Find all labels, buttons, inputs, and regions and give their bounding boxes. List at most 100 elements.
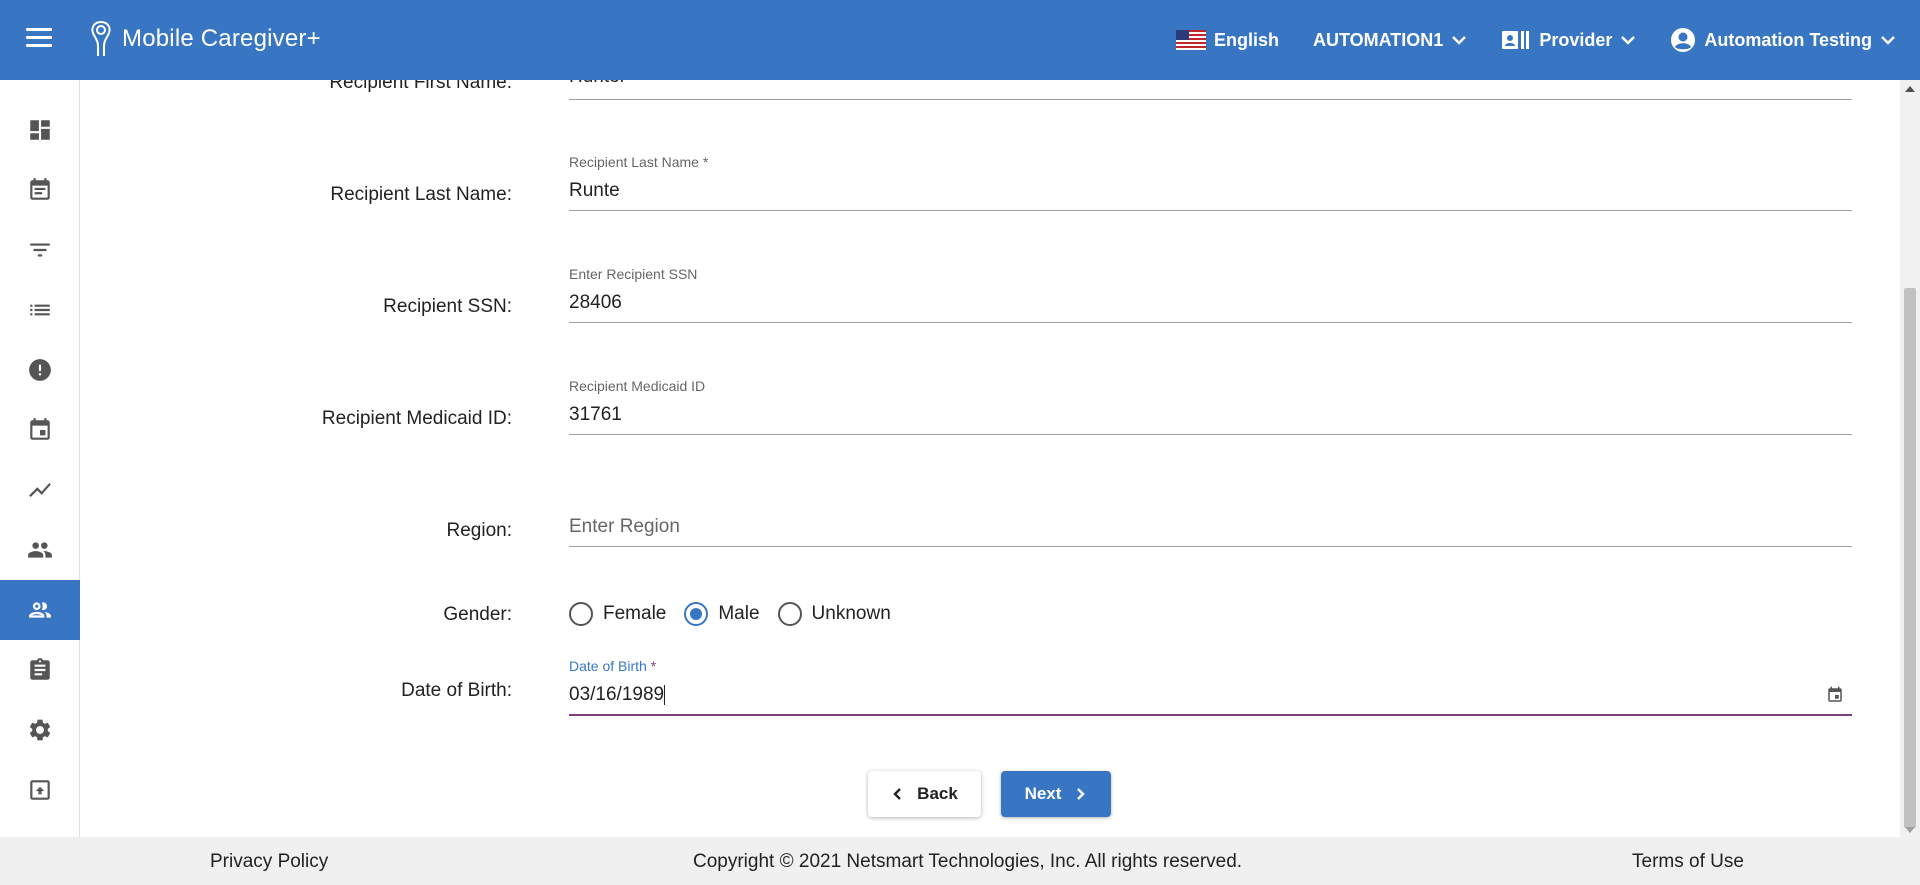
sidebar-item-alerts[interactable] [0, 340, 80, 400]
organization-dropdown[interactable]: AUTOMATION1 [1313, 30, 1467, 51]
role-dropdown[interactable]: Provider [1501, 29, 1636, 51]
gender-option-label: Male [718, 603, 760, 624]
first-name-field[interactable]: Hunter [569, 80, 1852, 100]
medicaid-float-label: Recipient Medicaid ID [569, 378, 706, 394]
sidebar-item-schedule[interactable] [0, 160, 80, 220]
next-button[interactable]: Next [1001, 771, 1111, 817]
sidebar-item-caregivers[interactable] [0, 520, 80, 580]
sidebar-item-upload[interactable] [0, 760, 80, 820]
sidebar-item-assessments[interactable] [0, 640, 80, 700]
back-button[interactable]: Back [868, 771, 981, 817]
scroll-up-arrow-icon[interactable] [1905, 86, 1915, 92]
chevron-down-icon [1621, 36, 1636, 45]
chevron-right-icon [1077, 788, 1086, 800]
sidebar-item-recipients[interactable] [0, 580, 80, 640]
vertical-scrollbar[interactable] [1900, 80, 1920, 837]
calendar-icon [30, 418, 50, 440]
menu-icon[interactable] [26, 28, 52, 50]
medicaid-value: 31761 [569, 404, 622, 425]
scroll-thumb[interactable] [1904, 288, 1916, 828]
organization-label: AUTOMATION1 [1312, 29, 1444, 50]
logo-icon [91, 21, 111, 56]
upload-icon [30, 780, 50, 800]
calendar-note-icon [30, 178, 50, 200]
sidebar-item-calendar[interactable] [0, 400, 80, 460]
dob-label: Date of Birth: [401, 680, 512, 701]
chevron-left-icon [893, 788, 902, 800]
role-label: Provider [1539, 29, 1613, 50]
gear-icon [29, 719, 51, 741]
ssn-field[interactable]: Enter Recipient SSN 28406 [569, 266, 1852, 324]
last-name-label: Recipient Last Name: [330, 184, 512, 205]
gender-option-female[interactable]: Female [569, 602, 666, 626]
chevron-down-icon [1452, 36, 1467, 45]
ssn-float-label: Enter Recipient SSN [569, 266, 698, 282]
region-label: Region: [446, 520, 513, 541]
first-name-underline [569, 99, 1852, 100]
last-name-underline [569, 210, 1852, 211]
back-label: Back [917, 784, 958, 803]
medicaid-underline [569, 434, 1852, 435]
next-label: Next [1024, 784, 1062, 803]
region-input[interactable]: Enter Region [569, 510, 1852, 548]
sidebar-item-reports[interactable] [0, 460, 80, 520]
account-circle-icon [1671, 28, 1696, 52]
region-placeholder: Enter Region [569, 516, 680, 537]
radio-circle-checked [684, 602, 709, 626]
last-name-field[interactable]: Recipient Last Name * Runte [569, 154, 1852, 212]
recipients-icon [29, 602, 51, 618]
terms-of-use-link[interactable]: Terms of Use [1632, 851, 1744, 873]
us-flag-icon [1175, 30, 1206, 50]
ssn-value: 28406 [569, 292, 622, 313]
user-name: Automation Testing [1704, 29, 1872, 50]
clipboard-icon [30, 658, 50, 680]
dob-float-label-text: Date of Birth [569, 658, 647, 674]
gender-option-label: Female [603, 603, 667, 624]
gender-option-male[interactable]: Male [684, 602, 760, 626]
first-name-value: Hunter [569, 80, 626, 88]
list-icon [30, 304, 50, 316]
copyright-text: Copyright © 2021 Netsmart Technologies, … [693, 851, 1243, 872]
contact-card-icon [1502, 31, 1530, 49]
ssn-underline [569, 322, 1852, 323]
sidebar-item-filter[interactable] [0, 220, 80, 280]
language-selector[interactable]: English [1175, 29, 1279, 51]
last-name-float-label: Recipient Last Name * [569, 154, 709, 170]
radio-circle [777, 602, 802, 626]
dob-value-text: 03/16/1989 [569, 684, 665, 705]
dob-float-label: Date of Birth * [569, 658, 656, 674]
trend-icon [29, 482, 51, 498]
sidebar-item-dashboard[interactable] [0, 100, 80, 160]
gender-option-label: Unknown [811, 603, 891, 624]
gender-radio-group: Female Male Unknown [569, 602, 899, 626]
dob-value: 03/16/1989 [569, 684, 666, 706]
language-label: English [1213, 29, 1279, 50]
app-name: Mobile Caregiver+ [122, 25, 321, 52]
radio-circle [569, 602, 593, 626]
dob-underline-focused [569, 714, 1852, 716]
gender-label: Gender: [443, 604, 512, 625]
privacy-policy-link[interactable]: Privacy Policy [210, 851, 328, 873]
sidebar-item-settings[interactable] [0, 700, 80, 760]
alert-icon [29, 359, 51, 381]
scroll-down-arrow-icon[interactable] [1905, 827, 1915, 833]
medicaid-field[interactable]: Recipient Medicaid ID 31761 [569, 378, 1852, 436]
dashboard-icon [30, 120, 50, 140]
medicaid-label: Recipient Medicaid ID: [321, 408, 512, 429]
ssn-label: Recipient SSN: [383, 296, 512, 317]
gender-option-unknown[interactable]: Unknown [777, 602, 891, 626]
required-mark: * [650, 658, 657, 674]
dob-field[interactable]: Date of Birth * 03/16/1989 [569, 658, 1852, 718]
sidebar-item-list[interactable] [0, 280, 80, 340]
user-menu[interactable]: Automation Testing [1670, 27, 1896, 53]
chevron-down-icon [1881, 36, 1895, 45]
text-cursor [664, 684, 666, 705]
sidebar [0, 80, 80, 837]
first-name-label: Recipient First Name: [329, 80, 512, 93]
people-icon [28, 542, 52, 558]
last-name-value: Runte [569, 180, 620, 201]
top-app-bar: Mobile Caregiver+ English AUTOMATION1 Pr… [0, 0, 1920, 80]
footer: Privacy Policy Copyright © 2021 Netsmart… [0, 837, 1920, 885]
calendar-picker-icon[interactable] [1826, 686, 1844, 704]
brand[interactable]: Mobile Caregiver+ [88, 20, 321, 58]
